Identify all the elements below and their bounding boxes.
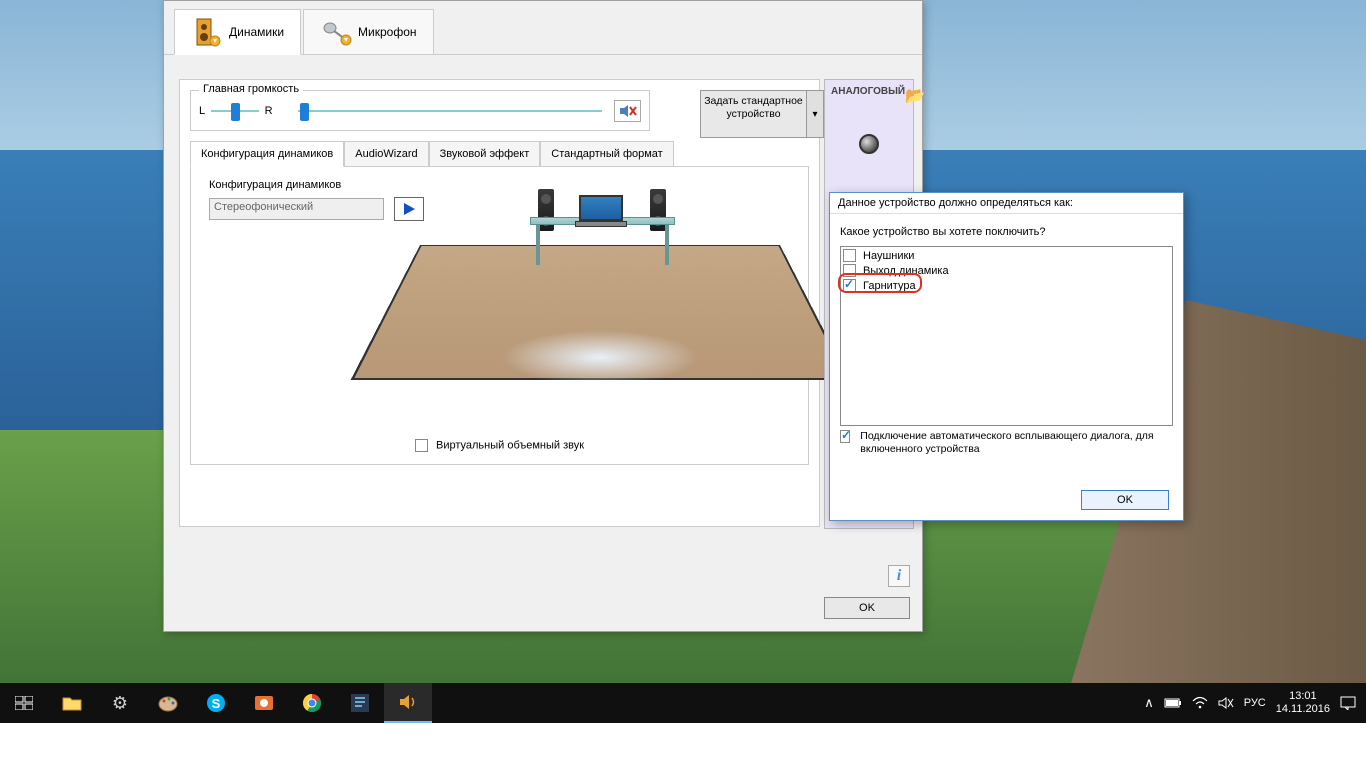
option-headphones-label: Наушники [863,250,914,262]
balance-slider[interactable] [211,110,259,112]
virtual-surround-checkbox[interactable] [415,439,428,452]
taskbar-settings[interactable]: ⚙ [96,683,144,723]
main-content-panel: Главная громкость L R Задать стандартное… [179,79,820,527]
tab-speakers-label: Динамики [229,25,284,39]
balance-right-label: R [265,105,273,117]
taskbar-paint[interactable] [144,683,192,723]
tab-speakers[interactable]: Динамики [174,9,301,55]
tray-show-hidden-icon[interactable]: ∧ [1144,695,1154,711]
audio-jack-indicator[interactable] [859,134,879,154]
taskbar-audio-manager[interactable] [384,683,432,723]
main-volume-slider[interactable] [298,110,602,112]
option-speaker-out-checkbox[interactable] [843,264,856,277]
tab-default-format[interactable]: Стандартный формат [540,141,673,166]
option-headset-label: Гарнитура [863,280,916,292]
tab-sound-effect[interactable]: Звуковой эффект [429,141,541,166]
tray-wifi-icon[interactable] [1192,696,1208,710]
device-detection-dialog: Данное устройство должно определяться ка… [829,192,1184,521]
auto-popup-row: Подключение автоматического всплывающего… [830,428,1183,458]
analog-title: АНАЛОГОВЫЙ [831,86,905,97]
virtual-surround-row: Виртуальный объемный звук [191,439,808,452]
taskbar-skype[interactable]: S [192,683,240,723]
connector-settings-icon[interactable]: 📂 [905,86,925,106]
tab-microphone[interactable]: Микрофон [303,9,433,54]
tab-speaker-config[interactable]: Конфигурация динамиков [190,141,344,167]
room-visualization [410,175,790,425]
option-headset-checkbox[interactable] [843,279,856,292]
dialog-question: Какое устройство вы хотете поключить? [830,214,1183,244]
svg-text:S: S [212,696,221,711]
microphone-icon [320,16,352,48]
tray-volume-icon[interactable] [1218,696,1234,710]
tray-battery-icon[interactable] [1164,697,1182,709]
main-ok-button[interactable]: OK [824,597,910,619]
bottom-white-area [0,723,1366,768]
mute-button[interactable] [614,100,641,122]
device-tab-strip: Динамики Микрофон [164,1,922,55]
tray-date: 14.11.2016 [1276,703,1330,716]
taskbar-taskview[interactable] [0,683,48,723]
taskbar-editor[interactable] [336,683,384,723]
auto-popup-label: Подключение автоматического всплывающего… [860,430,1173,456]
device-option-list: Наушники Выход динамика Гарнитура [840,246,1173,426]
info-button[interactable]: i [888,565,910,587]
tray-language[interactable]: РУС [1244,697,1266,709]
volume-group-title: Главная громкость [199,83,303,95]
tray-clock[interactable]: 13:01 14.11.2016 [1276,690,1330,716]
taskbar-screenshot-tool[interactable] [240,683,288,723]
taskbar-file-explorer[interactable] [48,683,96,723]
balance-left-label: L [199,105,205,117]
laptop-icon [575,195,627,229]
tab-audiowizard[interactable]: AudioWizard [344,141,428,166]
option-headset-row[interactable]: Гарнитура [843,278,1170,293]
tab-microphone-label: Микрофон [358,25,416,39]
set-default-dropdown[interactable]: ▾ [806,90,824,138]
option-headphones-checkbox[interactable] [843,249,856,262]
realtek-audio-window: Динамики Микрофон Главная громкость L R [163,0,923,632]
config-tab-strip: Конфигурация динамиков AudioWizard Звуко… [190,141,809,167]
option-speaker-out-label: Выход динамика [863,265,949,277]
virtual-surround-label: Виртуальный объемный звук [436,439,584,451]
set-default-device-button[interactable]: Задать стандартное устройство [700,90,807,138]
speakers-icon [191,16,223,48]
option-headphones-row[interactable]: Наушники [843,248,1170,263]
windows-taskbar: ⚙ S ∧ РУС 13:01 1 [0,683,1366,723]
tray-time: 13:01 [1276,690,1330,703]
speaker-config-select[interactable]: Стереофонический [209,198,384,220]
auto-popup-checkbox[interactable] [840,430,850,443]
taskbar-chrome[interactable] [288,683,336,723]
option-speaker-out-row[interactable]: Выход динамика [843,263,1170,278]
dialog-title: Данное устройство должно определяться ка… [830,193,1183,214]
main-volume-group: Главная громкость L R [190,90,650,131]
dialog-ok-button[interactable]: OK [1081,490,1169,510]
speaker-config-panel: Конфигурация динамиков Стереофонический [190,167,809,465]
tray-notifications-icon[interactable] [1340,696,1356,710]
